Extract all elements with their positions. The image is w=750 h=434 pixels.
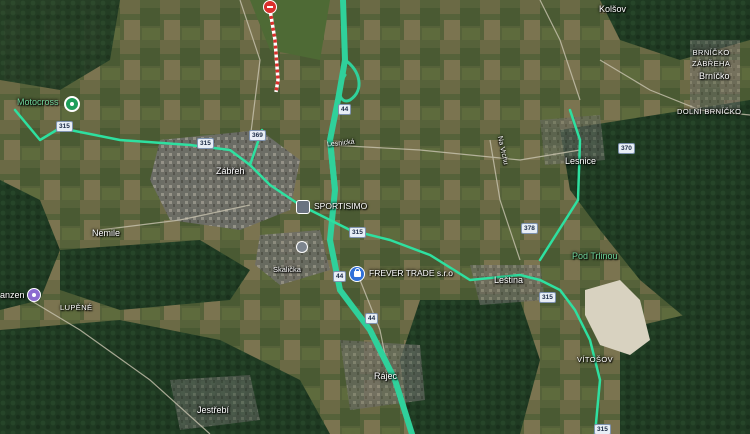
place-zabreh: Zábřeh — [216, 166, 245, 176]
place-anzen: anzen — [0, 290, 25, 300]
place-nemile: Nemile — [92, 228, 121, 238]
shield-44-mid: 44 — [333, 271, 347, 282]
poi-sportisimo-label[interactable]: SPORTISIMO — [314, 201, 367, 212]
shield-44-north: 44 — [338, 104, 352, 115]
store-icon[interactable] — [296, 200, 310, 214]
shield-370: 370 — [618, 143, 635, 154]
shield-369: 369 — [249, 130, 266, 141]
place-brnicko-zabreha: BRNÍČKO ZÁBŘEHA — [692, 48, 731, 68]
shield-44-south: 44 — [365, 313, 379, 324]
place-lupene: LUPĚNÉ — [60, 303, 93, 312]
shield-378-lower: 378 — [521, 223, 538, 234]
place-dolni-brnicko: DOLNÍ BRNÍČKO — [677, 107, 742, 116]
shield-315-center: 315 — [349, 227, 366, 238]
landmark-icon[interactable] — [296, 241, 308, 253]
shield-315-west: 315 — [56, 121, 73, 132]
place-skalicka: Skalička — [273, 265, 301, 274]
shopping-bag-icon[interactable] — [349, 266, 365, 282]
place-vitosov: VÍTOŠOV — [577, 355, 614, 364]
motocross-icon[interactable] — [64, 96, 80, 112]
satellite-imagery — [0, 0, 750, 434]
place-kolsov: Kolšov — [599, 4, 627, 14]
place-brnicko: Brníčko — [699, 71, 730, 81]
road-closed-icon[interactable] — [263, 0, 277, 14]
shield-315-zabreh: 315 — [197, 138, 214, 149]
poi-motocross-label[interactable]: Motocross — [17, 97, 59, 108]
place-jestrebi: Jestřebí — [197, 405, 230, 415]
place-lestina: Leština — [494, 275, 524, 285]
shield-315-south: 315 — [594, 424, 611, 434]
place-pod-trlinou: Pod Trlinou — [572, 251, 618, 261]
place-rajec: Rájec — [374, 371, 398, 381]
place-lesnice: Lesnice — [565, 156, 597, 166]
shield-315-lestina: 315 — [539, 292, 556, 303]
attraction-icon[interactable] — [27, 288, 41, 302]
poi-frever-label[interactable]: FREVER TRADE s.r.o — [369, 268, 453, 279]
map-canvas[interactable]: Kolšov BRNÍČKO ZÁBŘEHA Brníčko DOLNÍ BRN… — [0, 0, 750, 434]
